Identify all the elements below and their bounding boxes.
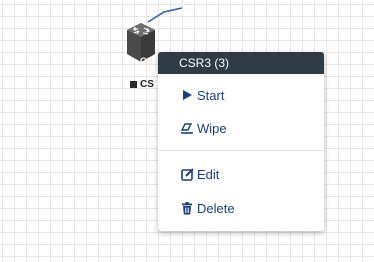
context-menu-title: CSR3 (3)	[158, 52, 324, 74]
menu-item-label: Start	[197, 87, 225, 103]
node-label: CS	[130, 79, 154, 90]
node-context-menu: CSR3 (3) Start Wipe Edit Delete	[158, 52, 324, 231]
node-label-text: CS	[140, 79, 154, 90]
menu-item-edit[interactable]: Edit	[180, 164, 219, 184]
menu-item-label: Delete	[197, 200, 235, 216]
menu-item-delete[interactable]: Delete	[180, 198, 235, 218]
trash-icon	[180, 201, 194, 215]
menu-item-start[interactable]: Start	[180, 85, 224, 105]
menu-divider	[158, 150, 324, 151]
topology-canvas[interactable]: QF CS CSR3 (3) Start Wipe Edit Delete	[0, 0, 374, 262]
menu-item-wipe[interactable]: Wipe	[180, 118, 227, 138]
menu-item-label: Edit	[197, 166, 220, 182]
edit-icon	[180, 167, 194, 181]
node-status-icon	[130, 81, 137, 88]
menu-item-label: Wipe	[197, 120, 227, 136]
play-icon	[180, 88, 194, 102]
node-tag: QF	[140, 56, 153, 66]
eraser-icon	[180, 121, 194, 135]
